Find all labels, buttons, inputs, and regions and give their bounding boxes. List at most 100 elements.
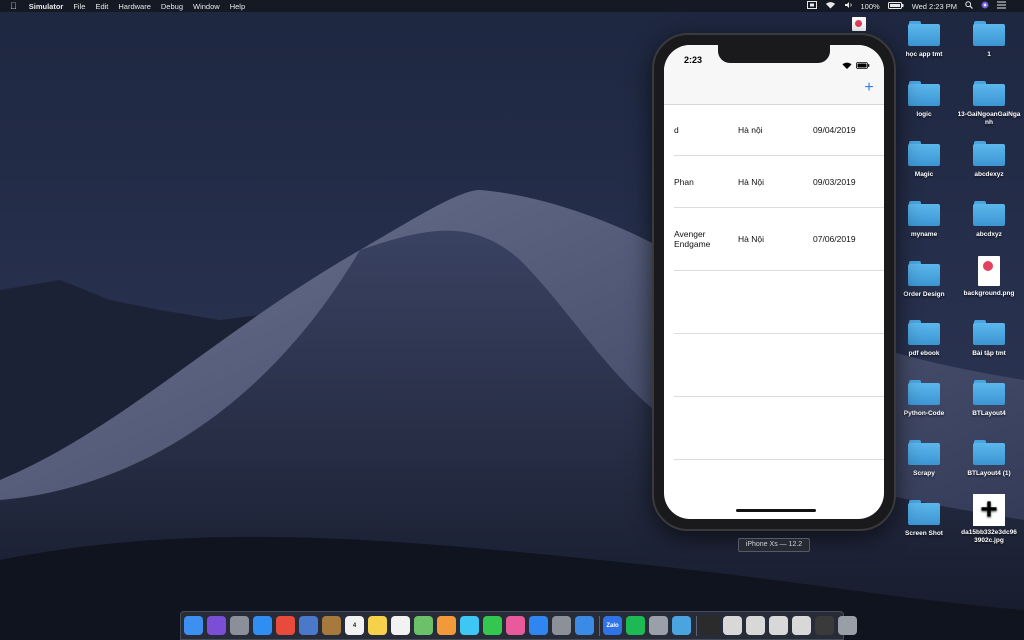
desktop-folder[interactable]: học app tmt: [891, 21, 957, 59]
folder-icon: [973, 440, 1005, 466]
desktop-icon-label: abcdexyz: [974, 171, 1004, 178]
desktop-folder[interactable]: myname: [891, 201, 957, 239]
recent-item-2-icon[interactable]: [723, 616, 742, 635]
ios-wifi-icon: [842, 56, 852, 74]
desktop-folder[interactable]: Order Design: [891, 261, 957, 299]
menu-help[interactable]: Help: [230, 2, 245, 11]
facetime-icon[interactable]: [483, 616, 502, 635]
trash-icon[interactable]: [838, 616, 857, 635]
row-date: 09/03/2019: [813, 177, 856, 187]
menu-app-name[interactable]: Simulator: [29, 2, 64, 11]
folder-app-icon[interactable]: [672, 616, 691, 635]
messages-icon[interactable]: [460, 616, 479, 635]
menu-debug[interactable]: Debug: [161, 2, 183, 11]
desktop-folder[interactable]: pdf ebook: [891, 320, 957, 358]
ios-status-icons: [842, 56, 870, 74]
recent-item-4-icon[interactable]: [769, 616, 788, 635]
safari-icon[interactable]: [253, 616, 272, 635]
row-name: Avenger Endgame: [674, 229, 711, 249]
table-row[interactable]: Avenger Endgame Hà Nội 07/06/2019: [674, 208, 884, 271]
desktop-icon-label: Python-Code: [903, 410, 945, 417]
desktop-folder[interactable]: 13-GaiNgoanGaiNganh: [956, 81, 1022, 127]
desktop-image-file[interactable]: background.png: [956, 256, 1022, 298]
maps-icon[interactable]: [414, 616, 433, 635]
launchpad-icon[interactable]: [230, 616, 249, 635]
desktop-folder[interactable]: Screen Shot: [891, 500, 957, 538]
menu-hardware[interactable]: Hardware: [118, 2, 151, 11]
folder-icon: [908, 380, 940, 406]
spotify-icon[interactable]: [626, 616, 645, 635]
menu-clock[interactable]: Wed 2:23 PM: [912, 2, 957, 11]
desktop-folder[interactable]: Python-Code: [891, 380, 957, 418]
desktop-icon-label: Magic: [914, 171, 934, 178]
table-view[interactable]: d Hà nội 09/04/2019 Phan Hà Nội 09/03/20…: [664, 105, 884, 519]
siri-menu-icon[interactable]: [981, 1, 989, 11]
desktop-icon-label: da15bb332e3dc963902c.jpg: [961, 529, 1017, 544]
row-date: 09/04/2019: [813, 125, 856, 135]
image-file-icon: [978, 256, 1000, 286]
desktop-folder[interactable]: logic: [891, 81, 957, 119]
add-button[interactable]: +: [862, 80, 876, 96]
desktop-file-thumbnail[interactable]: [852, 17, 866, 31]
wifi-icon[interactable]: [825, 1, 836, 11]
folder-icon: [908, 261, 940, 287]
desktop-icon-label: Bài tập tmt: [972, 350, 1006, 357]
table-row[interactable]: Phan Hà Nội 09/03/2019: [674, 156, 884, 208]
calendar-icon[interactable]: 4: [345, 616, 364, 635]
preview-icon[interactable]: [299, 616, 318, 635]
empty-table-row: [674, 397, 884, 460]
notes-icon[interactable]: [368, 616, 387, 635]
siri-icon[interactable]: [207, 616, 226, 635]
desktop-icon-label: abcdxyz: [976, 231, 1002, 238]
notification-center-icon[interactable]: [997, 1, 1006, 11]
folder-icon: [973, 320, 1005, 346]
desktop-folder[interactable]: abcdxyz: [956, 201, 1022, 239]
desktop-folder[interactable]: Magic: [891, 141, 957, 179]
empty-table-row: [674, 271, 884, 334]
chrome-icon[interactable]: [276, 616, 295, 635]
menu-edit[interactable]: Edit: [95, 2, 108, 11]
downloads-icon[interactable]: [815, 616, 834, 635]
itunes-icon[interactable]: [506, 616, 525, 635]
recent-item-3-icon[interactable]: [746, 616, 765, 635]
table-row[interactable]: d Hà nội 09/04/2019: [674, 105, 884, 156]
row-name: d: [674, 125, 679, 135]
folder-icon: [973, 201, 1005, 227]
desktop-icon-label: BTLayout4 (1): [967, 470, 1011, 477]
app-store-icon[interactable]: [529, 616, 548, 635]
menu-window[interactable]: Window: [193, 2, 220, 11]
spotlight-search-icon[interactable]: [965, 1, 973, 11]
misc-app-icon[interactable]: [649, 616, 668, 635]
simulator-screen: 2:23 + d Hà nội 09/04/2019 Phan Hà Nội 0…: [664, 45, 884, 519]
desktop-folder[interactable]: BTLayout4 (1): [956, 440, 1022, 478]
reminders-icon[interactable]: [391, 616, 410, 635]
photos-icon[interactable]: [437, 616, 456, 635]
audio-icon[interactable]: [844, 1, 853, 11]
desktop-folder[interactable]: BTLayout4: [956, 380, 1022, 418]
dock-separator: [599, 616, 600, 636]
folder-icon: [908, 81, 940, 107]
battery-icon[interactable]: [887, 1, 904, 11]
xcode-icon[interactable]: [575, 616, 594, 635]
plus-image-icon: +: [973, 494, 1005, 526]
apple-menu-icon[interactable]: : [10, 1, 17, 11]
recent-item-5-icon[interactable]: [792, 616, 811, 635]
dock-item-label: 4: [352, 622, 357, 629]
desktop-image-file[interactable]: + da15bb332e3dc963902c.jpg: [956, 494, 1022, 545]
desktop-icon-label: học app tmt: [905, 51, 943, 58]
screen-record-icon[interactable]: [806, 1, 817, 11]
home-indicator[interactable]: [736, 509, 816, 512]
desktop-folder[interactable]: Bài tập tmt: [956, 320, 1022, 358]
zalo-icon[interactable]: Zalo: [603, 616, 622, 635]
folder-icon: [908, 141, 940, 167]
desktop-folder[interactable]: 1: [956, 21, 1022, 59]
menu-file[interactable]: File: [73, 2, 85, 11]
desktop-folder[interactable]: abcdexyz: [956, 141, 1022, 179]
recent-item-1-icon[interactable]: [700, 616, 719, 635]
notes-brown-icon[interactable]: [322, 616, 341, 635]
system-preferences-icon[interactable]: [552, 616, 571, 635]
finder-icon[interactable]: [184, 616, 203, 635]
desktop-folder[interactable]: Scrapy: [891, 440, 957, 478]
menu-bar:  Simulator File Edit Hardware Debug Win…: [0, 0, 1024, 12]
navigation-bar: +: [664, 75, 884, 105]
